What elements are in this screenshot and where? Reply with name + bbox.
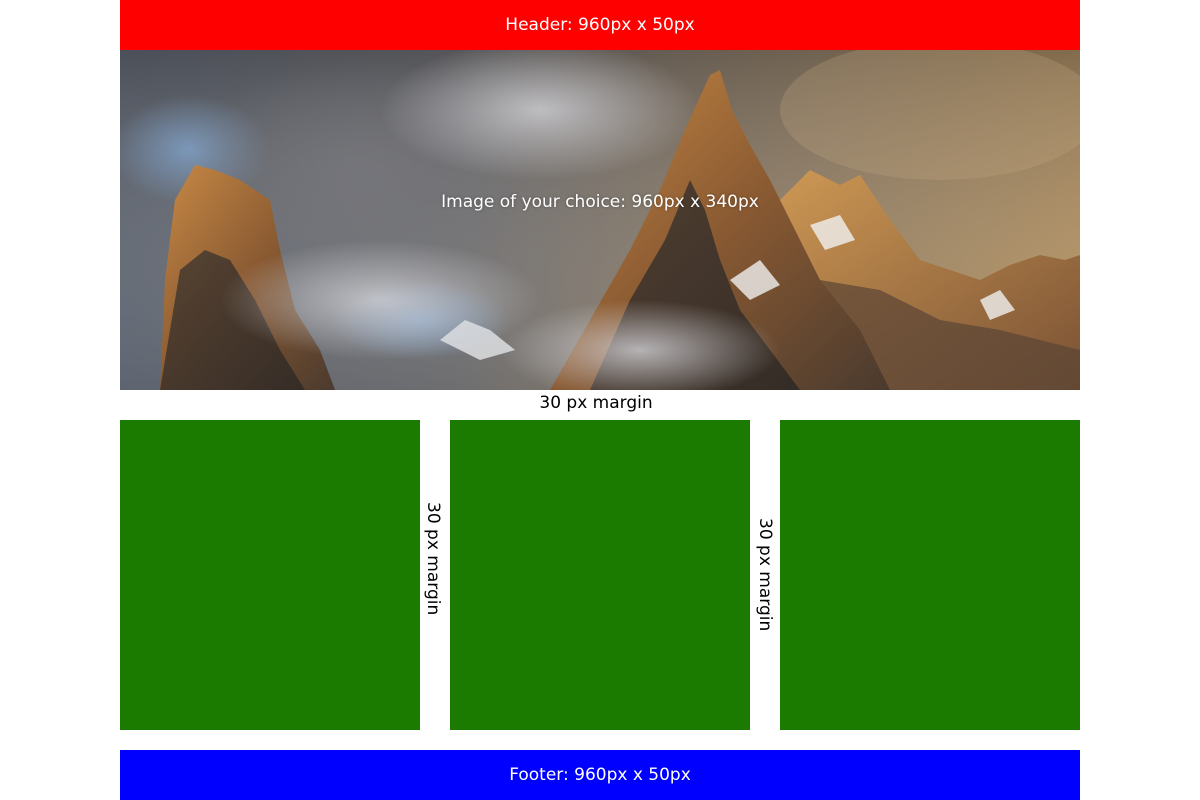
content-box-1	[120, 420, 420, 730]
header-bar: Header: 960px x 50px	[120, 0, 1080, 50]
mountain-image	[120, 50, 1080, 390]
layout-page: Header: 960px x 50px Image of your choic…	[0, 0, 1200, 800]
hero-image: Image of your choice: 960px x 340px	[120, 50, 1080, 390]
content-box-3	[780, 420, 1080, 730]
margin-label-between-2-3: 30 px margin	[755, 518, 775, 632]
header-label: Header: 960px x 50px	[505, 15, 695, 35]
margin-label-between-1-2: 30 px margin	[423, 502, 443, 616]
footer-bar: Footer: 960px x 50px	[120, 750, 1080, 800]
margin-label-top: 30 px margin	[539, 393, 653, 413]
content-box-2	[450, 420, 750, 730]
hero-caption: Image of your choice: 960px x 340px	[441, 192, 759, 212]
footer-label: Footer: 960px x 50px	[509, 765, 691, 785]
